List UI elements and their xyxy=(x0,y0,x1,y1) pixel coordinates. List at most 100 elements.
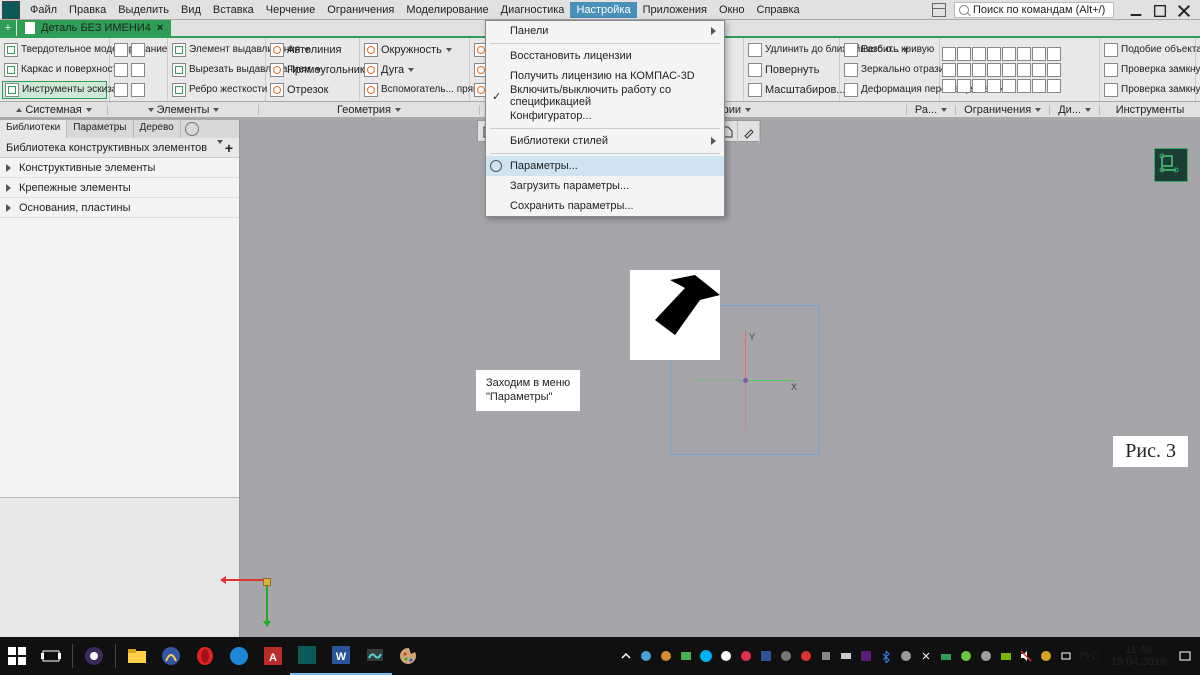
menu-view[interactable]: Вид xyxy=(175,2,207,18)
ic4[interactable] xyxy=(987,47,1001,61)
tray-network-icon[interactable] xyxy=(1059,649,1073,663)
ic21[interactable] xyxy=(1002,79,1016,93)
tray-ic[interactable] xyxy=(939,649,953,663)
lp-tab-libs[interactable]: Библиотеки xyxy=(0,120,67,138)
rb-solid[interactable]: Твердотельное моделирование xyxy=(2,41,107,59)
rb-offset[interactable]: Подобие объекта xyxy=(1102,41,1193,59)
tray-ic[interactable] xyxy=(799,649,813,663)
tray-skype-icon[interactable] xyxy=(699,649,713,663)
ic23[interactable] xyxy=(1032,79,1046,93)
ic5[interactable] xyxy=(1002,47,1016,61)
start-button[interactable] xyxy=(0,637,34,675)
rb-mirror[interactable]: Зеркально отразить xyxy=(842,61,937,79)
lp-header[interactable]: Библиотека конструктивных элементов + xyxy=(0,138,239,158)
rb-check1[interactable]: Проверка замкнутос... xyxy=(1102,61,1193,79)
ic7[interactable] xyxy=(1032,47,1046,61)
ic11[interactable] xyxy=(972,63,986,77)
dd-load-params[interactable]: Загрузить параметры... xyxy=(486,176,724,196)
rb-scale[interactable]: Масштабиров... xyxy=(746,81,837,99)
dd-configurator[interactable]: Конфигуратор... xyxy=(486,106,724,126)
rb-deform[interactable]: Деформация перемещением xyxy=(842,81,937,99)
tb-app1[interactable] xyxy=(154,637,188,675)
menu-insert[interactable]: Вставка xyxy=(207,2,260,18)
tb-palette[interactable] xyxy=(392,637,426,675)
menu-modeling[interactable]: Моделирование xyxy=(400,2,494,18)
rb-rect[interactable]: Прямоугольник xyxy=(268,61,357,79)
menu-window[interactable]: Окно xyxy=(713,2,751,18)
tray-ic[interactable] xyxy=(899,649,913,663)
add-icon[interactable]: + xyxy=(225,140,233,156)
rb-surface[interactable]: Каркас и поверхности xyxy=(2,61,107,79)
menu-edit[interactable]: Правка xyxy=(63,2,112,18)
ic15[interactable] xyxy=(1032,63,1046,77)
ic10[interactable] xyxy=(957,63,971,77)
tray-nvidia-icon[interactable] xyxy=(999,649,1013,663)
vt-picker[interactable] xyxy=(738,121,760,143)
menu-draw[interactable]: Черчение xyxy=(260,2,322,18)
tray-ic[interactable] xyxy=(959,649,973,663)
rb-rib[interactable]: Ребро жесткости xyxy=(170,81,263,99)
dd-parameters[interactable]: Параметры... xyxy=(486,156,724,176)
tray-ic[interactable] xyxy=(779,649,793,663)
rb-sketch-tools[interactable]: Инструменты эскиза xyxy=(2,81,107,99)
tb-autocad[interactable]: A xyxy=(256,637,290,675)
ic17[interactable] xyxy=(942,79,956,93)
tray-volume-icon[interactable] xyxy=(1019,649,1033,663)
ic1[interactable] xyxy=(942,47,956,61)
tray-ic[interactable] xyxy=(719,649,733,663)
menu-select[interactable]: Выделить xyxy=(112,2,175,18)
window-minimize[interactable] xyxy=(1128,3,1144,17)
tb-opera[interactable] xyxy=(188,637,222,675)
tray-ic[interactable] xyxy=(679,649,693,663)
ic12[interactable] xyxy=(987,63,1001,77)
ic2[interactable] xyxy=(957,47,971,61)
rb-undo[interactable] xyxy=(112,81,165,99)
rb-circle[interactable]: Окружность xyxy=(362,41,467,59)
lp-item[interactable]: Основания, пластины xyxy=(0,198,239,218)
tb-explorer[interactable] xyxy=(120,637,154,675)
rb-save[interactable] xyxy=(112,61,165,79)
rb-rotate[interactable]: Повернуть xyxy=(746,61,837,79)
ic8[interactable] xyxy=(1047,47,1061,61)
lp-item[interactable]: Крепежные элементы xyxy=(0,178,239,198)
menu-settings[interactable]: Настройка xyxy=(570,2,636,18)
tray-ic[interactable] xyxy=(919,649,933,663)
rb-check2[interactable]: Проверка замкнутос... xyxy=(1102,81,1193,99)
rb-cut-extrude[interactable]: Вырезать выдавливанием xyxy=(170,61,263,79)
rb-extrude[interactable]: Элемент выдавливания xyxy=(170,41,263,59)
ic20[interactable] xyxy=(987,79,1001,93)
rb-print[interactable] xyxy=(112,41,165,59)
window-maximize[interactable] xyxy=(1152,3,1168,17)
notifications-icon[interactable] xyxy=(1178,649,1192,663)
ic16[interactable] xyxy=(1047,63,1061,77)
ic3[interactable] xyxy=(972,47,986,61)
dd-panels[interactable]: Панели xyxy=(486,21,724,41)
ic13[interactable] xyxy=(1002,63,1016,77)
command-search[interactable]: Поиск по командам (Alt+/) xyxy=(954,2,1114,18)
window-close[interactable] xyxy=(1176,3,1192,17)
tb-paint[interactable] xyxy=(358,637,392,675)
menu-apps[interactable]: Приложения xyxy=(637,2,713,18)
menu-constraints[interactable]: Ограничения xyxy=(321,2,400,18)
tray-ic[interactable] xyxy=(739,649,753,663)
rb-extend[interactable]: Удлинить до ближайшего о... xyxy=(746,41,837,59)
rb-autoline[interactable]: Автолиния xyxy=(268,41,357,59)
tray-ic[interactable] xyxy=(839,649,853,663)
lp-tab-params[interactable]: Параметры xyxy=(67,120,133,138)
menu-file[interactable]: Файл xyxy=(24,2,63,18)
tray-ic[interactable] xyxy=(659,649,673,663)
tb-edge[interactable] xyxy=(222,637,256,675)
tray-ic[interactable] xyxy=(979,649,993,663)
tb-word[interactable]: W xyxy=(324,637,358,675)
tb-yandex[interactable] xyxy=(77,637,111,675)
lp-tab-tree[interactable]: Дерево xyxy=(134,120,181,138)
close-doc-icon[interactable]: × xyxy=(157,22,163,34)
tray-bt-icon[interactable] xyxy=(879,649,893,663)
menu-diagnostics[interactable]: Диагностика xyxy=(495,2,571,18)
rb-split[interactable]: Разбить кривую xyxy=(842,41,937,59)
doc-tab[interactable]: Деталь БЕЗ ИМЕНИ4 × xyxy=(17,19,171,37)
tb-kompas[interactable] xyxy=(290,637,324,675)
tray-ic[interactable] xyxy=(1039,649,1053,663)
lp-settings-icon[interactable] xyxy=(185,122,199,136)
lp-item[interactable]: Конструктивные элементы xyxy=(0,158,239,178)
